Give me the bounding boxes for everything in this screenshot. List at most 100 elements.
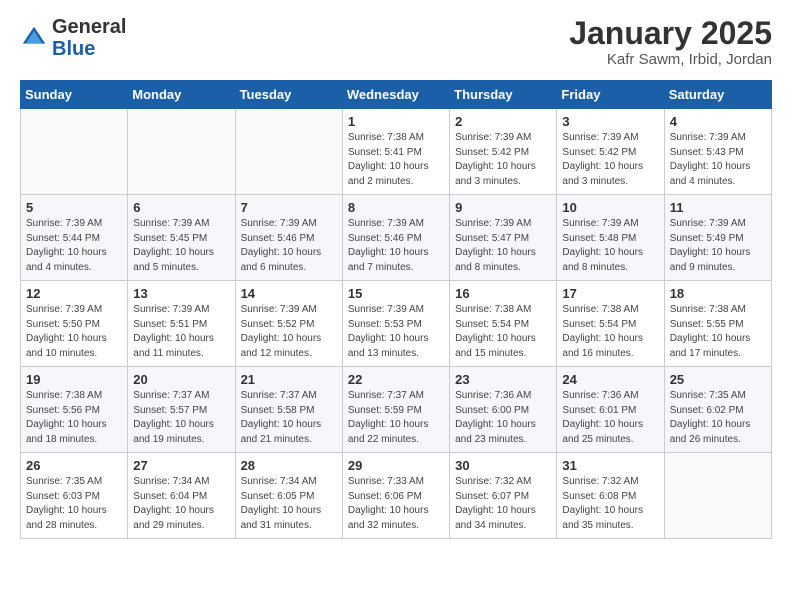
month-title: January 2025 — [569, 16, 772, 51]
day-number: 17 — [562, 286, 658, 301]
day-info: Sunrise: 7:39 AM Sunset: 5:44 PM Dayligh… — [26, 217, 122, 275]
logo-general-text: General — [52, 16, 126, 38]
day-number: 9 — [455, 200, 551, 215]
day-info: Sunrise: 7:39 AM Sunset: 5:47 PM Dayligh… — [455, 217, 551, 275]
calendar-cell: 25 Sunrise: 7:35 AM Sunset: 6:02 PM Dayli… — [664, 367, 771, 453]
day-info: Sunrise: 7:35 AM Sunset: 6:02 PM Dayligh… — [670, 389, 766, 447]
calendar-cell: 6 Sunrise: 7:39 AM Sunset: 5:45 PM Daylig… — [128, 195, 235, 281]
calendar-cell: 7Sunrise: 7:39 AM Sunset: 5:46 PM Daylig… — [235, 195, 342, 281]
calendar-cell — [21, 109, 128, 195]
day-number: 19 — [26, 372, 122, 387]
page: General Blue January 2025 Kafr Sawm, Irb… — [0, 0, 792, 555]
calendar-cell: 26 Sunrise: 7:35 AM Sunset: 6:03 PM Dayli… — [21, 453, 128, 539]
calendar-week-2: 5 Sunrise: 7:39 AM Sunset: 5:44 PM Daylig… — [21, 195, 772, 281]
calendar-header-tuesday: Tuesday — [235, 81, 342, 109]
day-number: 7 — [241, 200, 337, 215]
calendar-cell: 8 Sunrise: 7:39 AM Sunset: 5:46 PM Daylig… — [342, 195, 449, 281]
calendar-cell: 18Sunrise: 7:38 AM Sunset: 5:55 PM Dayli… — [664, 281, 771, 367]
day-number: 6 — [133, 200, 229, 215]
day-number: 11 — [670, 200, 766, 215]
calendar-cell: 14Sunrise: 7:39 AM Sunset: 5:52 PM Dayli… — [235, 281, 342, 367]
day-info: Sunrise: 7:34 AM Sunset: 6:05 PM Dayligh… — [241, 475, 337, 533]
day-number: 16 — [455, 286, 551, 301]
calendar-cell: 21Sunrise: 7:37 AM Sunset: 5:58 PM Dayli… — [235, 367, 342, 453]
calendar-cell: 30 Sunrise: 7:32 AM Sunset: 6:07 PM Dayli… — [450, 453, 557, 539]
calendar-cell: 16Sunrise: 7:38 AM Sunset: 5:54 PM Dayli… — [450, 281, 557, 367]
calendar-week-1: 1Sunrise: 7:38 AM Sunset: 5:41 PM Daylig… — [21, 109, 772, 195]
calendar-week-5: 26 Sunrise: 7:35 AM Sunset: 6:03 PM Dayli… — [21, 453, 772, 539]
day-number: 4 — [670, 114, 766, 129]
calendar-week-4: 19 Sunrise: 7:38 AM Sunset: 5:56 PM Dayli… — [21, 367, 772, 453]
day-info: Sunrise: 7:39 AM Sunset: 5:45 PM Dayligh… — [133, 217, 229, 275]
calendar-header-sunday: Sunday — [21, 81, 128, 109]
calendar-cell: 31 Sunrise: 7:32 AM Sunset: 6:08 PM Dayli… — [557, 453, 664, 539]
calendar-cell: 1Sunrise: 7:38 AM Sunset: 5:41 PM Daylig… — [342, 109, 449, 195]
day-number: 25 — [670, 372, 766, 387]
title-block: January 2025 Kafr Sawm, Irbid, Jordan — [569, 16, 772, 68]
calendar-cell: 27 Sunrise: 7:34 AM Sunset: 6:04 PM Dayli… — [128, 453, 235, 539]
day-number: 30 — [455, 458, 551, 473]
day-number: 15 — [348, 286, 444, 301]
day-info: Sunrise: 7:37 AM Sunset: 5:58 PM Dayligh… — [241, 389, 337, 447]
day-info: Sunrise: 7:37 AM Sunset: 5:57 PM Dayligh… — [133, 389, 229, 447]
day-number: 20 — [133, 372, 229, 387]
day-number: 8 — [348, 200, 444, 215]
day-number: 5 — [26, 200, 122, 215]
calendar-cell — [128, 109, 235, 195]
day-number: 28 — [241, 458, 337, 473]
calendar-cell: 4 Sunrise: 7:39 AM Sunset: 5:43 PM Daylig… — [664, 109, 771, 195]
calendar-header-saturday: Saturday — [664, 81, 771, 109]
day-info: Sunrise: 7:39 AM Sunset: 5:42 PM Dayligh… — [455, 131, 551, 189]
calendar-week-3: 12 Sunrise: 7:39 AM Sunset: 5:50 PM Dayli… — [21, 281, 772, 367]
day-number: 14 — [241, 286, 337, 301]
day-info: Sunrise: 7:39 AM Sunset: 5:53 PM Dayligh… — [348, 303, 444, 361]
calendar-cell: 5 Sunrise: 7:39 AM Sunset: 5:44 PM Daylig… — [21, 195, 128, 281]
day-info: Sunrise: 7:34 AM Sunset: 6:04 PM Dayligh… — [133, 475, 229, 533]
day-info: Sunrise: 7:32 AM Sunset: 6:07 PM Dayligh… — [455, 475, 551, 533]
day-number: 27 — [133, 458, 229, 473]
day-info: Sunrise: 7:32 AM Sunset: 6:08 PM Dayligh… — [562, 475, 658, 533]
day-info: Sunrise: 7:35 AM Sunset: 6:03 PM Dayligh… — [26, 475, 122, 533]
day-info: Sunrise: 7:36 AM Sunset: 6:00 PM Dayligh… — [455, 389, 551, 447]
calendar-header-monday: Monday — [128, 81, 235, 109]
day-info: Sunrise: 7:39 AM Sunset: 5:49 PM Dayligh… — [670, 217, 766, 275]
day-number: 26 — [26, 458, 122, 473]
day-number: 12 — [26, 286, 122, 301]
calendar-cell: 20 Sunrise: 7:37 AM Sunset: 5:57 PM Dayli… — [128, 367, 235, 453]
day-info: Sunrise: 7:39 AM Sunset: 5:50 PM Dayligh… — [26, 303, 122, 361]
calendar-cell: 10 Sunrise: 7:39 AM Sunset: 5:48 PM Dayli… — [557, 195, 664, 281]
day-info: Sunrise: 7:39 AM Sunset: 5:48 PM Dayligh… — [562, 217, 658, 275]
calendar-cell: 2Sunrise: 7:39 AM Sunset: 5:42 PM Daylig… — [450, 109, 557, 195]
calendar-cell: 13 Sunrise: 7:39 AM Sunset: 5:51 PM Dayli… — [128, 281, 235, 367]
calendar-cell: 12 Sunrise: 7:39 AM Sunset: 5:50 PM Dayli… — [21, 281, 128, 367]
day-info: Sunrise: 7:38 AM Sunset: 5:56 PM Dayligh… — [26, 389, 122, 447]
calendar-cell — [235, 109, 342, 195]
calendar: SundayMondayTuesdayWednesdayThursdayFrid… — [20, 80, 772, 539]
day-info: Sunrise: 7:39 AM Sunset: 5:51 PM Dayligh… — [133, 303, 229, 361]
day-number: 24 — [562, 372, 658, 387]
day-number: 13 — [133, 286, 229, 301]
day-info: Sunrise: 7:39 AM Sunset: 5:43 PM Dayligh… — [670, 131, 766, 189]
calendar-cell: 23Sunrise: 7:36 AM Sunset: 6:00 PM Dayli… — [450, 367, 557, 453]
logo: General Blue — [20, 16, 126, 60]
day-info: Sunrise: 7:38 AM Sunset: 5:41 PM Dayligh… — [348, 131, 444, 189]
calendar-header-thursday: Thursday — [450, 81, 557, 109]
day-info: Sunrise: 7:38 AM Sunset: 5:55 PM Dayligh… — [670, 303, 766, 361]
calendar-cell: 19 Sunrise: 7:38 AM Sunset: 5:56 PM Dayli… — [21, 367, 128, 453]
calendar-header-row: SundayMondayTuesdayWednesdayThursdayFrid… — [21, 81, 772, 109]
calendar-cell: 28 Sunrise: 7:34 AM Sunset: 6:05 PM Dayli… — [235, 453, 342, 539]
calendar-cell: 15 Sunrise: 7:39 AM Sunset: 5:53 PM Dayli… — [342, 281, 449, 367]
day-info: Sunrise: 7:38 AM Sunset: 5:54 PM Dayligh… — [562, 303, 658, 361]
day-info: Sunrise: 7:37 AM Sunset: 5:59 PM Dayligh… — [348, 389, 444, 447]
header: General Blue January 2025 Kafr Sawm, Irb… — [20, 16, 772, 68]
day-number: 31 — [562, 458, 658, 473]
day-number: 10 — [562, 200, 658, 215]
day-info: Sunrise: 7:33 AM Sunset: 6:06 PM Dayligh… — [348, 475, 444, 533]
day-number: 22 — [348, 372, 444, 387]
logo-blue-text: Blue — [52, 38, 95, 60]
day-number: 3 — [562, 114, 658, 129]
calendar-cell: 3Sunrise: 7:39 AM Sunset: 5:42 PM Daylig… — [557, 109, 664, 195]
calendar-cell: 29Sunrise: 7:33 AM Sunset: 6:06 PM Dayli… — [342, 453, 449, 539]
day-info: Sunrise: 7:39 AM Sunset: 5:46 PM Dayligh… — [348, 217, 444, 275]
calendar-cell: 17 Sunrise: 7:38 AM Sunset: 5:54 PM Dayli… — [557, 281, 664, 367]
